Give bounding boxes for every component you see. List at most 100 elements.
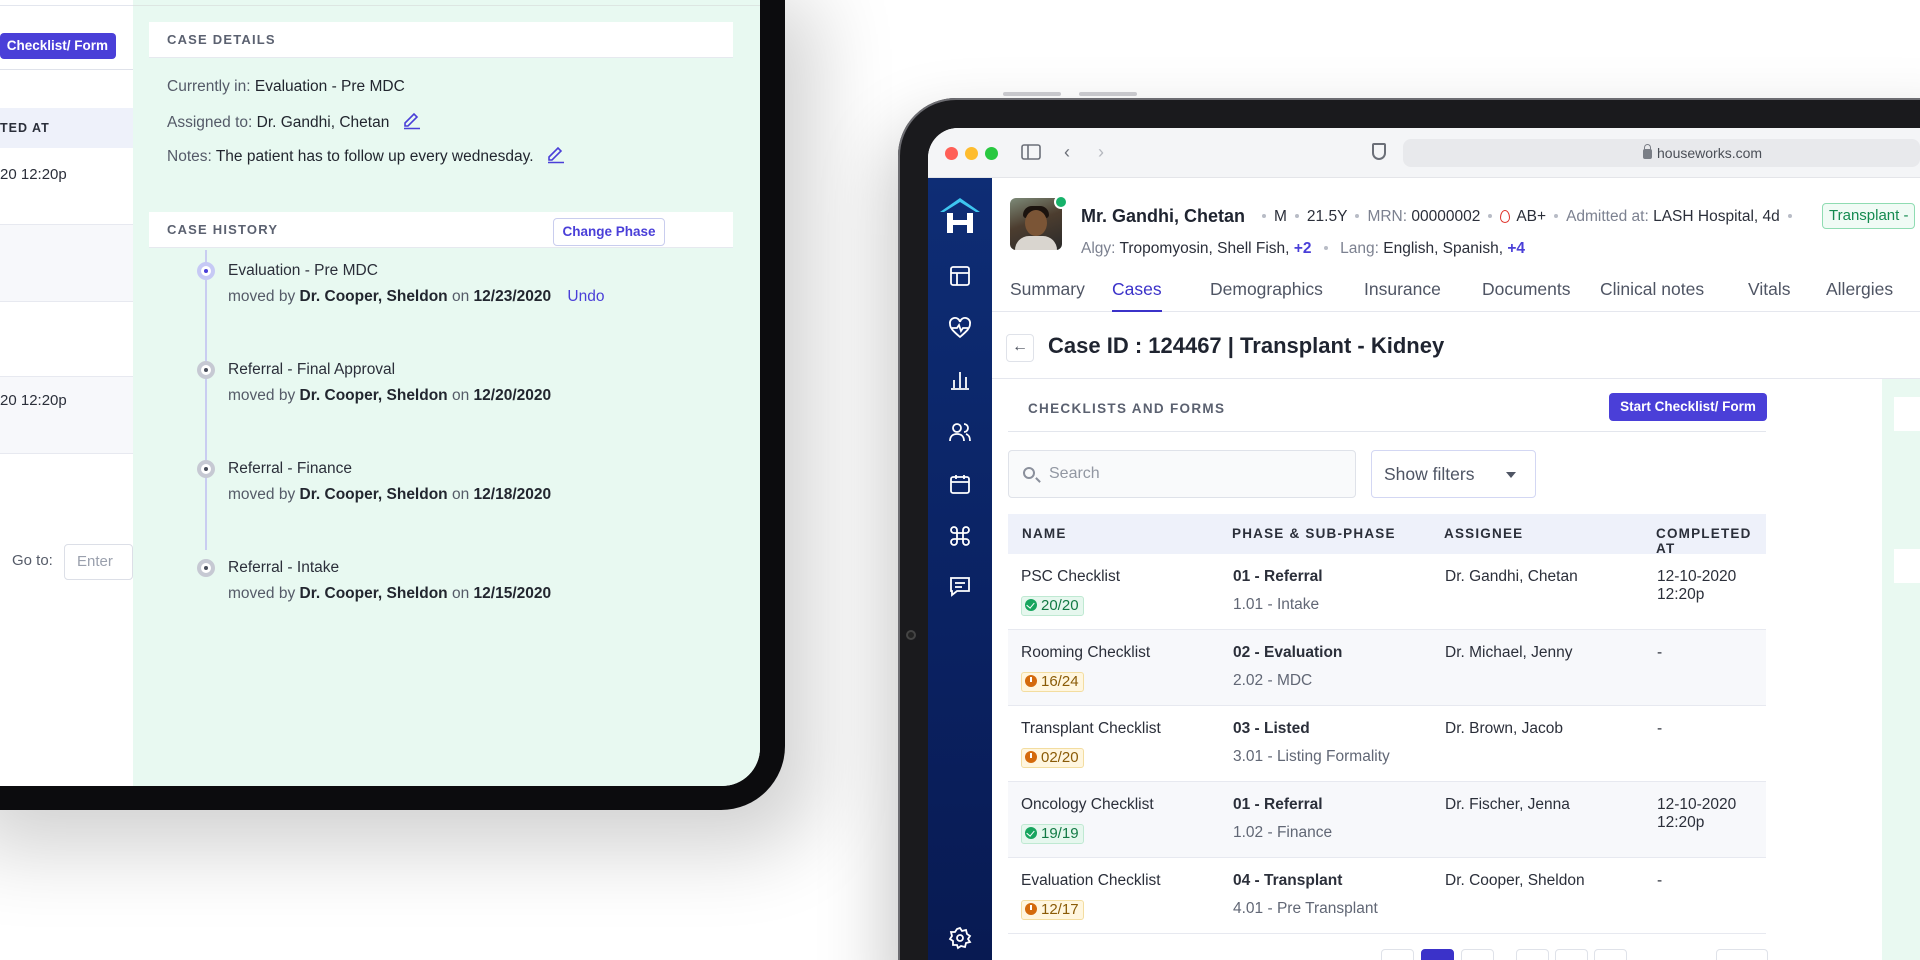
layout-icon[interactable] [946,262,974,290]
pagination-button-active[interactable] [1421,949,1454,960]
table-cell-completed: 20 12:20p [0,392,67,409]
pagination-button[interactable] [1381,949,1414,960]
tab-demographics[interactable]: Demographics [1210,276,1323,312]
maximize-window-icon[interactable] [985,147,998,160]
checklist-name[interactable]: PSC Checklist [1021,568,1120,586]
back-arrow-icon[interactable]: ‹ [1064,142,1070,163]
goto-page-input[interactable] [1716,949,1768,960]
allergy-value: Tropomyosin, Shell Fish, [1119,240,1290,257]
divider [0,453,133,454]
moved-by-name: Dr. Cooper, Sheldon [299,387,448,404]
column-header-phase[interactable]: PHASE & SUB-PHASE [1232,526,1396,541]
table-row[interactable]: Oncology Checklist 19/19 01 - Referral 1… [1008,782,1766,858]
avatar-face [1025,210,1047,236]
table-row[interactable]: PSC Checklist 20/20 01 - Referral 1.01 -… [1008,554,1766,630]
completed-at: 12-10-2020 12:20p [1657,568,1737,603]
patient-sex: M [1274,208,1287,225]
on-label: on [451,387,470,404]
table-cell-completed: 20 12:20p [0,166,67,183]
checklist-name[interactable]: Rooming Checklist [1021,644,1150,662]
privacy-shield-icon[interactable] [1372,143,1386,160]
avatar-body [1015,236,1057,250]
language-more-link[interactable]: +4 [1507,240,1525,257]
patient-age: 21.5Y [1306,208,1348,225]
sidebar-toggle-icon[interactable] [1021,144,1041,160]
case-type-tag[interactable]: Transplant - [1822,203,1916,229]
history-event-meta: moved by Dr. Cooper, Sheldon on 12/18/20… [228,486,551,504]
progress-badge: 19/19 [1021,824,1084,844]
edit-pencil-icon[interactable] [546,146,566,164]
tab-insurance[interactable]: Insurance [1364,276,1441,312]
goto-page-input[interactable]: Enter [64,544,133,580]
history-event-title: Evaluation - Pre MDC [228,262,378,279]
show-filters-dropdown[interactable]: Show filters [1371,450,1536,498]
left-tablet-frame: Checklist/ Form TED AT 20 12:20p 20 12:2… [0,0,785,810]
home-logo-icon[interactable] [938,196,982,236]
pagination-button[interactable] [1555,949,1588,960]
tab-allergies[interactable]: Allergies [1826,276,1893,312]
case-details-header: CASE DETAILS [149,22,733,58]
change-phase-button[interactable]: Change Phase [553,218,665,246]
table-row[interactable]: Rooming Checklist 16/24 02 - Evaluation … [1008,630,1766,706]
history-event-meta: moved by Dr. Cooper, Sheldon on 12/20/20… [228,387,551,405]
camera-dot [906,630,916,640]
search-input[interactable]: Search [1008,450,1356,498]
table-row[interactable]: Evaluation Checklist 12/17 04 - Transpla… [1008,858,1766,934]
patient-name: Mr. Gandhi, Chetan [1081,206,1246,226]
command-icon[interactable] [946,522,974,550]
phase: 02 - Evaluation [1233,644,1343,661]
panel-card-edge [1894,397,1920,431]
undo-link[interactable]: Undo [567,288,604,305]
column-header-assignee[interactable]: ASSIGNEE [1444,526,1523,541]
checklist-name[interactable]: Transplant Checklist [1021,720,1161,738]
event-date: 12/20/2020 [473,387,552,404]
moved-by-label: moved by [228,486,296,503]
timeline-dot [197,559,215,577]
users-icon[interactable] [946,418,974,446]
checklist-name[interactable]: Evaluation Checklist [1021,872,1161,890]
column-header-name[interactable]: NAME [1022,526,1067,541]
notes-value: The patient has to follow up every wedne… [215,148,534,165]
tab-documents[interactable]: Documents [1482,276,1571,312]
edit-pencil-icon[interactable] [402,112,422,130]
history-event-title: Referral - Intake [228,559,340,576]
tab-vitals[interactable]: Vitals [1748,276,1790,312]
pagination-button[interactable] [1516,949,1549,960]
device-button [1079,92,1137,96]
tab-clinical-notes[interactable]: Clinical notes [1600,276,1704,312]
column-header-completed[interactable]: COMPLETED AT [1656,526,1766,556]
pagination-button[interactable] [1594,949,1627,960]
mrn-label: MRN: [1367,208,1408,225]
history-event-meta: moved by Dr. Cooper, Sheldon on 12/23/20… [228,288,604,306]
allergy-language-row: Algy: Tropomyosin, Shell Fish, +2 Lang: … [1081,240,1525,258]
start-checklist-button[interactable]: Checklist/ Form [0,33,116,59]
allergy-more-link[interactable]: +2 [1294,240,1312,257]
tab-summary[interactable]: Summary [1010,276,1085,312]
browser-toolbar: ‹ › houseworks.com [928,128,1920,178]
close-window-icon[interactable] [945,147,958,160]
table-row[interactable]: Transplant Checklist 02/20 03 - Listed 3… [1008,706,1766,782]
heart-pulse-icon[interactable] [946,314,974,342]
calendar-icon[interactable] [946,470,974,498]
moved-by-label: moved by [228,585,296,602]
checklist-name[interactable]: Oncology Checklist [1021,796,1154,814]
moved-by-label: moved by [228,288,296,305]
separator-dot [1488,214,1493,218]
alert-circle-icon [1025,751,1037,763]
tab-cases[interactable]: Cases [1112,276,1162,312]
forward-arrow-icon[interactable]: › [1098,142,1104,163]
back-button[interactable]: ← [1006,334,1034,362]
pagination-button[interactable] [1461,949,1494,960]
currently-in-row: Currently in: Evaluation - Pre MDC [167,78,405,96]
message-icon[interactable] [946,572,974,600]
settings-icon[interactable] [946,924,974,952]
app-sidebar [928,178,992,960]
completed-at: - [1657,720,1663,737]
start-checklist-button[interactable]: Start Checklist/ Form [1609,393,1767,421]
bar-chart-icon[interactable] [946,366,974,394]
sub-phase: 4.01 - Pre Transplant [1233,900,1378,917]
minimize-window-icon[interactable] [965,147,978,160]
url-bar[interactable]: houseworks.com [1403,139,1920,167]
goto-label: Go to: [12,552,53,569]
progress-value: 02/20 [1041,749,1079,766]
